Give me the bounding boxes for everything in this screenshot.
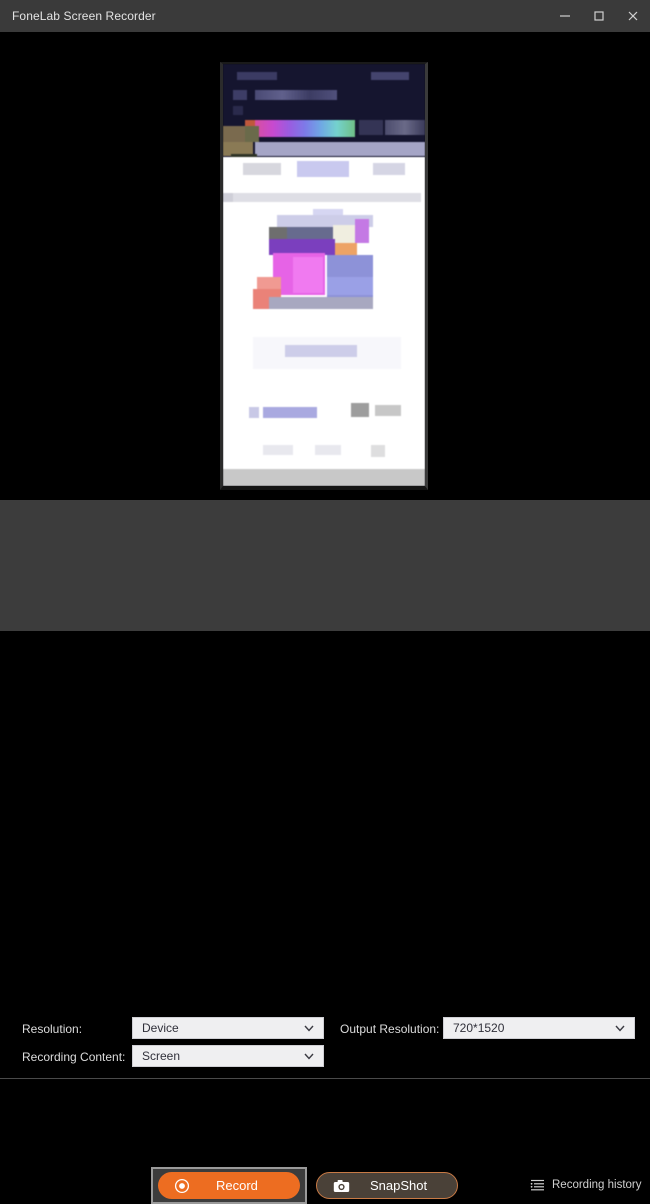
record-circle-icon — [174, 1178, 190, 1193]
screen-body-section — [223, 157, 425, 486]
blurred-block — [223, 126, 245, 142]
list-lines-icon — [530, 1179, 544, 1191]
blurred-block — [233, 193, 421, 202]
blurred-block — [293, 257, 323, 293]
camera-icon — [333, 1179, 350, 1192]
resolution-label: Resolution: — [22, 1022, 83, 1036]
recording-content-value: Screen — [142, 1049, 181, 1063]
record-button-label: Record — [216, 1178, 258, 1193]
snapshot-button-label: SnapShot — [370, 1178, 428, 1193]
blurred-block — [263, 445, 293, 455]
settings-panel: Resolution: Device Recording Content: Sc… — [0, 500, 650, 1079]
blurred-block — [255, 142, 425, 156]
blurred-block — [223, 193, 233, 202]
resolution-select[interactable]: Device — [132, 1017, 324, 1039]
blurred-block — [249, 407, 259, 418]
output-resolution-select[interactable]: 720*1520 — [443, 1017, 635, 1039]
minimize-icon — [560, 15, 570, 17]
output-resolution-value: 720*1520 — [453, 1021, 505, 1035]
blurred-block — [351, 403, 369, 417]
minimize-button[interactable] — [548, 0, 582, 32]
mirrored-screen — [223, 64, 425, 486]
close-button[interactable] — [616, 0, 650, 32]
title-bar: FoneLab Screen Recorder — [0, 0, 650, 32]
device-frame — [220, 62, 428, 490]
blurred-gradient-strip — [255, 120, 355, 137]
output-resolution-label: Output Resolution: — [340, 1022, 440, 1036]
blurred-block — [359, 120, 383, 135]
recording-content-select[interactable]: Screen — [132, 1045, 324, 1067]
blurred-block — [269, 227, 287, 239]
window-title: FoneLab Screen Recorder — [12, 9, 156, 23]
recording-history-button[interactable]: Recording history — [530, 1178, 641, 1192]
blurred-block — [233, 90, 247, 100]
blurred-block — [315, 445, 341, 455]
blurred-block — [263, 407, 317, 418]
blurred-block — [371, 72, 409, 80]
snapshot-button[interactable]: SnapShot — [316, 1172, 458, 1199]
device-preview-area[interactable] — [0, 32, 650, 500]
window-controls — [548, 0, 650, 32]
app-window: FoneLab Screen Recorder Resolution: Devi… — [0, 0, 650, 1204]
blurred-block — [371, 445, 385, 457]
maximize-button[interactable] — [582, 0, 616, 32]
blurred-block — [385, 120, 425, 135]
close-icon — [628, 11, 638, 21]
blurred-block — [373, 163, 405, 175]
panel-divider — [0, 1078, 650, 1079]
blurred-block — [327, 277, 373, 295]
blurred-block — [375, 405, 401, 416]
chevron-down-icon — [615, 1025, 625, 1032]
record-button-focus-ring: Record — [151, 1167, 307, 1204]
recording-history-label: Recording history — [552, 1179, 642, 1191]
blurred-block — [233, 106, 243, 115]
action-bar: Record SnapShot Recording history — [0, 578, 650, 1204]
blurred-block — [285, 345, 357, 357]
recording-content-label: Recording Content: — [22, 1050, 126, 1064]
resolution-value: Device — [142, 1021, 179, 1035]
blurred-block — [223, 469, 425, 486]
chevron-down-icon — [304, 1053, 314, 1060]
blurred-block — [355, 219, 369, 243]
blurred-block — [243, 163, 281, 175]
maximize-icon — [594, 11, 604, 21]
chevron-down-icon — [304, 1025, 314, 1032]
blurred-block — [269, 297, 373, 309]
record-button[interactable]: Record — [158, 1172, 300, 1199]
blurred-block — [255, 90, 337, 100]
screen-top-section — [223, 64, 425, 166]
blurred-block — [237, 72, 277, 80]
blurred-block — [333, 225, 355, 243]
blurred-block — [245, 126, 259, 142]
blurred-block — [297, 161, 349, 177]
